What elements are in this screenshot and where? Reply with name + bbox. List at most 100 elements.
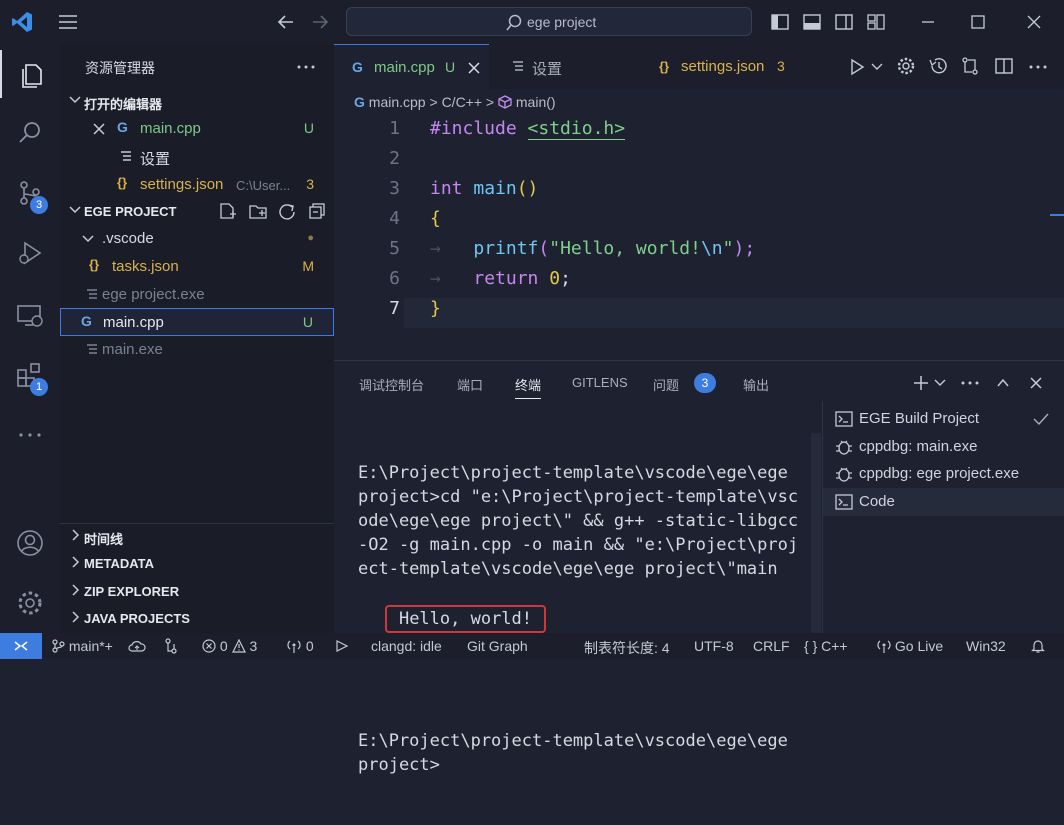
new-file-icon[interactable] bbox=[218, 202, 236, 220]
compare-changes-icon[interactable] bbox=[960, 56, 980, 76]
check-icon bbox=[1033, 413, 1049, 426]
chevron-down-icon[interactable] bbox=[871, 61, 883, 73]
tab-bar: G main.cpp U 设置 {} settings.json 3 bbox=[334, 44, 1064, 89]
search-activity[interactable] bbox=[0, 108, 60, 156]
more-actions-icon[interactable] bbox=[1028, 64, 1048, 70]
problems-status[interactable]: 0 3 bbox=[202, 638, 257, 654]
tab-ports[interactable]: 端口 bbox=[457, 375, 483, 394]
settings-file-icon bbox=[121, 151, 131, 161]
back-arrow-icon[interactable] bbox=[276, 12, 296, 32]
ports-status[interactable]: 0 bbox=[286, 638, 314, 654]
extensions-activity[interactable]: 1 bbox=[0, 350, 60, 398]
java-projects-section[interactable]: JAVA PROJECTS bbox=[60, 605, 334, 633]
close-icon[interactable] bbox=[468, 62, 480, 74]
terminal-scrollbar[interactable] bbox=[811, 433, 821, 633]
customize-layout-icon[interactable] bbox=[866, 12, 886, 32]
open-editor-item[interactable]: 设置 bbox=[60, 143, 334, 171]
notifications-bell-icon[interactable] bbox=[1030, 638, 1046, 654]
terminal-list-item[interactable]: cppdbg: ege project.exe bbox=[823, 460, 1064, 488]
chevron-up-icon[interactable] bbox=[996, 376, 1010, 390]
tree-item[interactable]: {} tasks.json M bbox=[60, 253, 334, 281]
metadata-section[interactable]: METADATA bbox=[60, 550, 334, 578]
accounts-activity[interactable] bbox=[0, 518, 60, 566]
files-icon bbox=[22, 64, 42, 88]
tab-terminal[interactable]: 终端 bbox=[515, 375, 542, 399]
source-control-graph-icon[interactable] bbox=[164, 638, 178, 654]
encoding-status[interactable]: UTF-8 bbox=[694, 638, 734, 654]
new-folder-icon[interactable] bbox=[248, 202, 268, 220]
current-line-highlight bbox=[404, 298, 1064, 328]
close-panel-icon[interactable] bbox=[1029, 376, 1043, 390]
new-terminal-icon[interactable] bbox=[912, 374, 930, 392]
tree-item-selected[interactable]: G main.cpp U bbox=[60, 308, 334, 336]
tree-item[interactable]: main.exe bbox=[60, 336, 334, 364]
editor-area: G main.cpp U 设置 {} settings.json 3 G mai… bbox=[334, 44, 1064, 360]
refresh-icon[interactable] bbox=[278, 202, 296, 220]
run-icon[interactable] bbox=[848, 58, 866, 76]
run-debug-activity[interactable] bbox=[0, 228, 60, 276]
tab-problems[interactable]: 问题 bbox=[653, 375, 679, 394]
maximize-icon[interactable] bbox=[968, 12, 988, 32]
project-section[interactable]: EGE PROJECT bbox=[60, 198, 334, 226]
branch-status[interactable]: main*+ bbox=[52, 638, 113, 654]
remote-explorer-activity[interactable] bbox=[0, 290, 60, 338]
terminal-list-item[interactable]: cppdbg: main.exe bbox=[823, 433, 1064, 461]
eol-status[interactable]: CRLF bbox=[753, 638, 790, 654]
terminal-program-output: Hello, world! bbox=[398, 609, 533, 629]
open-editor-item[interactable]: {} settings.json C:\User... 3 bbox=[60, 171, 334, 199]
sync-cloud-icon[interactable] bbox=[128, 639, 146, 653]
open-editor-item[interactable]: G main.cpp U bbox=[60, 115, 334, 143]
remote-indicator[interactable] bbox=[0, 633, 42, 659]
chevron-down-icon[interactable] bbox=[934, 377, 946, 389]
clangd-status[interactable]: clangd: idle bbox=[371, 638, 442, 654]
section-label: ZIP EXPLORER bbox=[84, 584, 180, 599]
tab-output[interactable]: 输出 bbox=[743, 375, 769, 394]
close-icon[interactable] bbox=[93, 123, 105, 135]
terminal-list-item-active[interactable]: Code bbox=[823, 488, 1064, 516]
explorer-activity[interactable] bbox=[0, 50, 60, 98]
close-window-icon[interactable] bbox=[1024, 12, 1044, 32]
more-actions-icon[interactable] bbox=[960, 380, 980, 386]
tab-settings-json[interactable]: {} settings.json 3 bbox=[641, 44, 801, 89]
zip-explorer-section[interactable]: ZIP EXPLORER bbox=[60, 578, 334, 606]
tab-main-cpp[interactable]: G main.cpp U bbox=[334, 44, 489, 89]
toggle-primary-sidebar-icon[interactable] bbox=[770, 12, 790, 32]
terminal-output-highlight: Hello, world! bbox=[384, 605, 547, 633]
tab-debug-console[interactable]: 调试控制台 bbox=[359, 375, 424, 394]
source-control-activity[interactable]: 3 bbox=[0, 168, 60, 216]
tab-settings[interactable]: 设置 bbox=[490, 44, 640, 89]
toggle-panel-icon[interactable] bbox=[802, 12, 822, 32]
split-editor-icon[interactable] bbox=[994, 56, 1014, 76]
manage-activity[interactable] bbox=[0, 578, 60, 626]
menu-icon[interactable] bbox=[58, 13, 78, 31]
breadcrumb-file[interactable]: main.cpp bbox=[369, 94, 426, 110]
open-editors-section[interactable]: 打开的编辑器 bbox=[60, 88, 334, 116]
platform-status[interactable]: Win32 bbox=[966, 638, 1006, 654]
semicolon: ; bbox=[560, 268, 571, 289]
history-icon[interactable] bbox=[928, 56, 948, 76]
forward-arrow-icon[interactable] bbox=[310, 12, 330, 32]
timeline-section[interactable]: 时间线 bbox=[60, 523, 334, 551]
more-actions-icon[interactable] bbox=[296, 64, 316, 70]
breadcrumb-lang[interactable]: C/C++ bbox=[442, 94, 482, 110]
command-center-search[interactable]: ege project bbox=[346, 7, 752, 36]
terminal-output[interactable]: E:\Project\project-template\vscode\ege\e… bbox=[358, 413, 808, 825]
tree-item-folder[interactable]: .vscode ● bbox=[60, 225, 334, 253]
language-status[interactable]: { } C++ bbox=[804, 638, 848, 654]
tree-item[interactable]: ege project.exe bbox=[60, 281, 334, 309]
settings-file-icon bbox=[513, 61, 523, 71]
golive-status[interactable]: Go Live bbox=[877, 638, 943, 654]
chevron-right-icon bbox=[72, 611, 80, 623]
terminal-list-item[interactable]: EGE Build Project bbox=[823, 405, 1064, 433]
git-graph-status[interactable]: Git Graph bbox=[467, 638, 528, 654]
warning-count: 3 bbox=[249, 638, 258, 654]
more-activity[interactable] bbox=[0, 410, 60, 458]
gear-icon[interactable] bbox=[896, 56, 916, 76]
minimize-icon[interactable] bbox=[918, 12, 938, 32]
toggle-secondary-sidebar-icon[interactable] bbox=[834, 12, 854, 32]
indent-status[interactable]: 制表符长度: 4 bbox=[584, 638, 670, 658]
debug-run-icon[interactable] bbox=[334, 639, 350, 653]
collapse-all-icon[interactable] bbox=[308, 202, 326, 220]
tab-gitlens[interactable]: GITLENS bbox=[572, 375, 628, 390]
breadcrumb-symbol[interactable]: main() bbox=[516, 94, 556, 110]
